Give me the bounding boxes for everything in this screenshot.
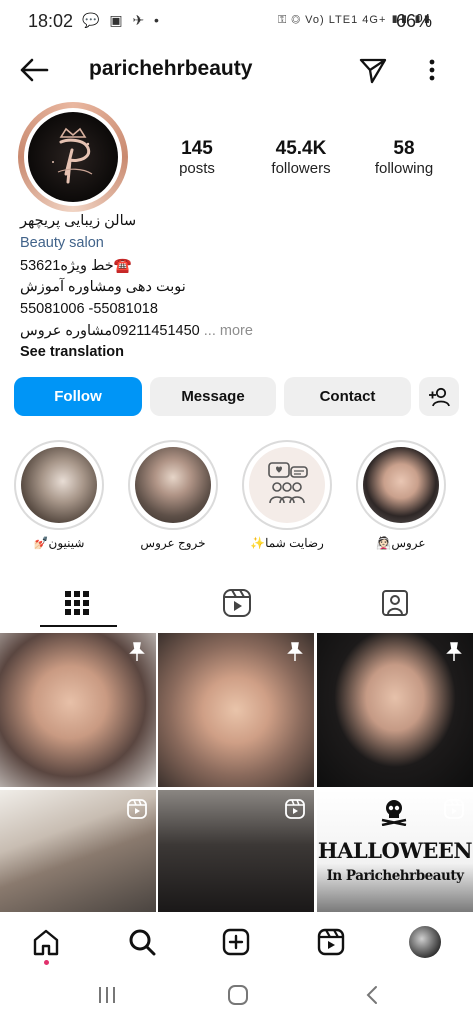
pin-icon [129, 642, 145, 661]
stat-posts[interactable]: 145 posts [142, 138, 252, 177]
following-count: 58 [393, 138, 415, 159]
grid-post-1[interactable] [0, 633, 156, 787]
avatar-logo-image [28, 112, 118, 202]
profile-avatar[interactable] [18, 102, 128, 212]
highlight-chignon-label: شینیون💅🏻 [33, 536, 85, 550]
halloween-title: HALLOWEEN [317, 838, 473, 863]
pin-icon [446, 642, 462, 661]
bottom-navigation [0, 912, 473, 972]
reels-icon [127, 799, 147, 819]
home-circle-icon [228, 985, 248, 1005]
chevron-left-icon [366, 986, 377, 1004]
share-button[interactable] [358, 55, 388, 85]
highlight-satisfaction-image [249, 447, 325, 523]
bio-more-link[interactable]: ... more [204, 323, 253, 339]
bio-name: سالن زیبایی پریچهر [20, 213, 137, 229]
highlight-bride-exit-label: خروج عروس [140, 536, 206, 550]
see-translation-link[interactable]: See translation [20, 344, 124, 360]
bio-line-hotline: ☎️خط ویژه53621 [20, 258, 132, 274]
tab-posts-grid[interactable] [64, 590, 90, 621]
nav-profile-avatar[interactable] [409, 926, 441, 958]
nav-reels[interactable] [317, 928, 345, 961]
recent-apps-button[interactable] [96, 984, 118, 1011]
tab-tagged[interactable] [381, 588, 409, 623]
highlight-bride-exit[interactable] [128, 440, 218, 530]
reels-icon [317, 928, 345, 956]
create-icon [222, 928, 250, 956]
active-tab-indicator [40, 625, 117, 627]
highlight-bride-image [363, 447, 439, 523]
home-icon [33, 929, 59, 956]
bio-line-phones: 55081006 -55081018 [20, 301, 158, 317]
highlight-bride[interactable] [356, 440, 446, 530]
posts-label: posts [179, 160, 215, 177]
highlight-chignon[interactable] [14, 440, 104, 530]
profile-tabs [0, 578, 473, 630]
grid-post-3[interactable] [317, 633, 473, 787]
highlight-chignon-image [21, 447, 97, 523]
bio-category: Beauty salon [20, 235, 104, 251]
more-options-button[interactable] [420, 54, 444, 86]
stat-followers[interactable]: 45.4K followers [246, 138, 356, 177]
reels-icon [223, 589, 251, 617]
more-vertical-icon [429, 59, 435, 81]
profile-header: parichehrbeauty [0, 48, 473, 94]
status-time: 18:02 [28, 11, 74, 31]
arrow-left-icon [20, 58, 49, 82]
highlight-satisfaction[interactable] [242, 440, 332, 530]
bio-bridal-text: 09211451450مشاوره عروس [20, 323, 200, 339]
nav-home[interactable] [32, 928, 60, 965]
salon-logo-icon [52, 127, 93, 184]
highlight-bride-label: عروس👰🏻 [376, 536, 426, 550]
nav-create[interactable] [222, 928, 250, 961]
recent-apps-icon [99, 987, 115, 1003]
back-system-button[interactable] [362, 984, 384, 1011]
bio-line-booking: نوبت دهی ومشاوره آموزش [20, 279, 186, 295]
system-navigation-bar [0, 972, 473, 1024]
highlight-satisfaction-label: رضایت شما✨ [250, 536, 324, 550]
highlight-bride-exit-image [135, 447, 211, 523]
back-button[interactable] [18, 56, 50, 84]
bio-line-bridal: 09211451450مشاوره عروس ... more [20, 323, 253, 339]
send-icon [359, 58, 387, 84]
home-system-button[interactable] [226, 983, 250, 1012]
suggested-users-button[interactable] [419, 377, 459, 416]
notification-icons: 💬 ▣ ✈ • [82, 12, 162, 28]
grid-post-5[interactable] [158, 790, 314, 912]
follow-button[interactable]: Follow [14, 377, 142, 416]
posts-count: 145 [181, 138, 213, 159]
search-icon [129, 929, 156, 956]
halloween-subtitle: In Parichehrbeauty [326, 868, 464, 884]
stat-following[interactable]: 58 following [349, 138, 459, 177]
grid-icon [65, 591, 89, 615]
pin-icon [287, 642, 303, 661]
tab-reels[interactable] [222, 588, 252, 623]
tagged-icon [382, 590, 408, 616]
skull-icon [381, 800, 407, 826]
grid-post-6[interactable]: HALLOWEEN In Parichehrbeauty [317, 790, 473, 912]
reels-icon [444, 799, 464, 819]
profile-username: parichehrbeauty [89, 57, 253, 80]
nav-search[interactable] [128, 928, 156, 961]
following-label: following [374, 160, 434, 177]
followers-label: followers [271, 160, 331, 177]
status-bar: 18:02 💬 ▣ ✈ • ⚿ ◎ Vo) LTE1 4G+ ▮▮ ▮▮ 66% [0, 0, 473, 44]
home-notification-dot [44, 960, 49, 965]
feedback-people-icon [268, 462, 308, 504]
reels-icon [285, 799, 305, 819]
message-button[interactable]: Message [150, 377, 276, 416]
contact-button[interactable]: Contact [284, 377, 411, 416]
battery-level: 66% [396, 11, 433, 31]
grid-post-4[interactable] [0, 790, 156, 912]
followers-count: 45.4K [275, 138, 327, 159]
add-user-icon [429, 387, 450, 406]
grid-post-2[interactable] [158, 633, 314, 787]
